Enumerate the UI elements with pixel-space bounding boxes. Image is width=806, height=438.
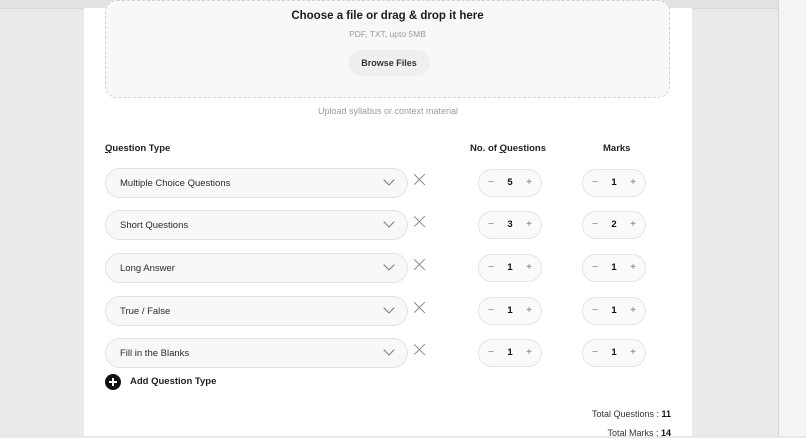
question-type-select[interactable]: True / False <box>105 296 408 326</box>
question-count-value: 1 <box>507 305 513 316</box>
marks-stepper: − 1 + <box>582 339 646 367</box>
browse-files-button[interactable]: Browse Files <box>348 50 430 76</box>
chevron-down-icon <box>383 174 395 186</box>
marks-stepper: − 1 + <box>582 254 646 282</box>
question-count-stepper: − 5 + <box>478 169 542 197</box>
decrement-button[interactable]: − <box>481 170 501 196</box>
remove-row-close-icon[interactable] <box>413 301 427 315</box>
question-count-stepper: − 1 + <box>478 339 542 367</box>
increment-button[interactable]: + <box>519 255 539 281</box>
increment-button[interactable]: + <box>519 170 539 196</box>
chevron-down-icon <box>383 344 395 356</box>
marks-header: Marks <box>603 143 631 154</box>
question-type-value: Fill in the Blanks <box>120 348 190 359</box>
marks-stepper: − 1 + <box>582 297 646 325</box>
question-type-select[interactable]: Multiple Choice Questions <box>105 168 408 198</box>
question-type-header: Question Type <box>105 143 170 154</box>
chevron-down-icon <box>383 259 395 271</box>
total-marks-value: 14 <box>660 428 671 438</box>
decrement-button[interactable]: − <box>585 170 605 196</box>
marks-value: 1 <box>611 305 617 316</box>
file-dropzone[interactable]: Choose a file or drag & drop it here PDF… <box>105 0 670 98</box>
increment-button[interactable]: + <box>519 298 539 324</box>
question-count-value: 5 <box>507 177 513 188</box>
decrement-button[interactable]: − <box>481 255 501 281</box>
increment-button[interactable]: + <box>623 340 643 366</box>
remove-row-close-icon[interactable] <box>413 258 427 272</box>
question-count-value: 1 <box>507 347 513 358</box>
marks-value: 1 <box>611 177 617 188</box>
decrement-button[interactable]: − <box>481 340 501 366</box>
increment-button[interactable]: + <box>623 212 643 238</box>
remove-row-close-icon[interactable] <box>413 343 427 357</box>
question-count-stepper: − 1 + <box>478 254 542 282</box>
total-marks-label: Total Marks : <box>607 428 661 438</box>
decrement-button[interactable]: − <box>481 212 501 238</box>
question-row: Long Answer − 1 + − 1 + <box>84 253 692 285</box>
decrement-button[interactable]: − <box>585 340 605 366</box>
num-questions-header-rest: uestions <box>506 143 547 154</box>
add-question-type-label: Add Question Type <box>130 376 217 387</box>
question-count-stepper: − 1 + <box>478 297 542 325</box>
marks-stepper: − 1 + <box>582 169 646 197</box>
chevron-down-icon <box>383 216 395 228</box>
total-questions: Total Questions : 11 <box>592 409 671 419</box>
increment-button[interactable]: + <box>519 212 539 238</box>
decrement-button[interactable]: − <box>585 255 605 281</box>
question-type-value: True / False <box>120 306 171 317</box>
question-type-value: Long Answer <box>120 263 175 274</box>
dropzone-subtitle: PDF, TXT, upto 5MB <box>349 29 426 39</box>
question-type-value: Short Questions <box>120 220 189 231</box>
increment-button[interactable]: + <box>623 298 643 324</box>
decrement-button[interactable]: − <box>481 298 501 324</box>
question-row: True / False − 1 + − 1 + <box>84 296 692 328</box>
decrement-button[interactable]: − <box>585 298 605 324</box>
remove-row-close-icon[interactable] <box>413 173 427 187</box>
dropzone-title: Choose a file or drag & drop it here <box>291 10 484 22</box>
marks-value: 2 <box>611 219 617 230</box>
marks-value: 1 <box>611 347 617 358</box>
question-row: Multiple Choice Questions − 5 + − 1 + <box>84 168 692 200</box>
question-config-card: Choose a file or drag & drop it here PDF… <box>84 0 692 438</box>
upload-hint: Upload syllabus or context material <box>317 106 459 116</box>
remove-row-close-icon[interactable] <box>413 215 427 229</box>
decrement-button[interactable]: − <box>585 212 605 238</box>
total-questions-value: 11 <box>661 409 671 419</box>
plus-circle-icon <box>105 374 121 390</box>
increment-button[interactable]: + <box>623 170 643 196</box>
increment-button[interactable]: + <box>623 255 643 281</box>
num-questions-header-prefix: No. of <box>470 143 500 154</box>
question-row: Fill in the Blanks − 1 + − 1 + <box>84 338 692 370</box>
question-row: Short Questions − 3 + − 2 + <box>84 210 692 242</box>
question-type-header-rest: uestion Type <box>112 143 171 154</box>
scrollbar-gutter <box>778 0 806 436</box>
num-questions-header: No. of Questions <box>470 143 546 154</box>
num-questions-header-initial: Q <box>499 143 507 154</box>
question-count-stepper: − 3 + <box>478 211 542 239</box>
question-type-select[interactable]: Short Questions <box>105 210 408 240</box>
marks-value: 1 <box>611 262 617 273</box>
question-count-value: 1 <box>507 262 513 273</box>
question-type-select[interactable]: Fill in the Blanks <box>105 338 408 368</box>
increment-button[interactable]: + <box>519 340 539 366</box>
total-questions-label: Total Questions : <box>591 409 662 419</box>
marks-stepper: − 2 + <box>582 211 646 239</box>
question-type-value: Multiple Choice Questions <box>120 178 231 189</box>
question-count-value: 3 <box>507 219 513 230</box>
chevron-down-icon <box>383 302 395 314</box>
question-type-select[interactable]: Long Answer <box>105 253 408 283</box>
total-marks: Total Marks : 14 <box>607 428 671 438</box>
